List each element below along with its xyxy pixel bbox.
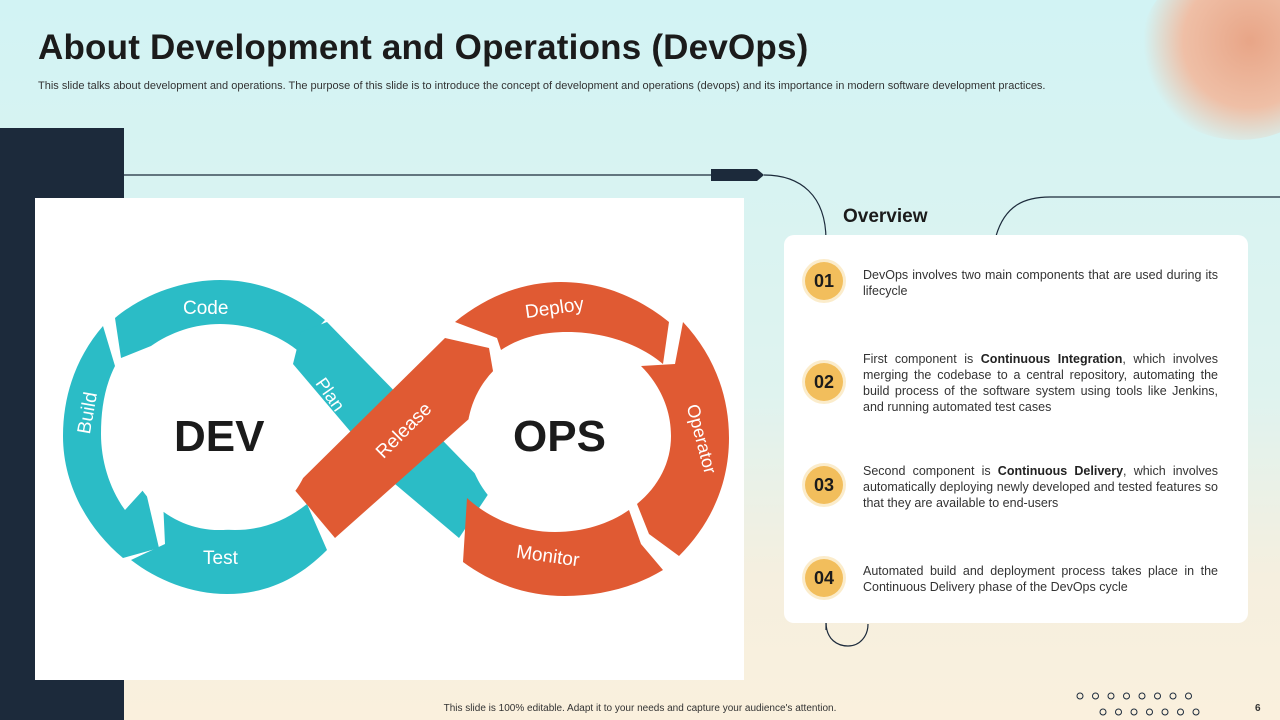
test-label: Test bbox=[203, 548, 238, 569]
decorative-blob bbox=[1140, 0, 1280, 140]
dev-center-label: DEV bbox=[174, 412, 265, 461]
number-badge: 02 bbox=[805, 363, 843, 401]
overview-text: DevOps involves two main components that… bbox=[863, 268, 1218, 298]
number-badge: 01 bbox=[805, 262, 843, 300]
overview-text: Second component is Continuous Delivery,… bbox=[863, 464, 1218, 510]
page-number: 6 bbox=[1255, 703, 1261, 714]
overview-text: Automated build and deployment process t… bbox=[863, 564, 1218, 594]
slide-subtitle: This slide talks about development and o… bbox=[38, 80, 1046, 92]
overview-text: First component is Continuous Integratio… bbox=[863, 352, 1218, 414]
number-badge: 03 bbox=[805, 466, 843, 504]
ops-center-label: OPS bbox=[513, 412, 606, 461]
decorative-dots bbox=[1076, 692, 1200, 716]
number-badge: 04 bbox=[805, 559, 843, 597]
overview-heading: Overview bbox=[843, 206, 928, 227]
code-label: Code bbox=[183, 298, 229, 319]
slide-title: About Development and Operations (DevOps… bbox=[38, 28, 809, 67]
